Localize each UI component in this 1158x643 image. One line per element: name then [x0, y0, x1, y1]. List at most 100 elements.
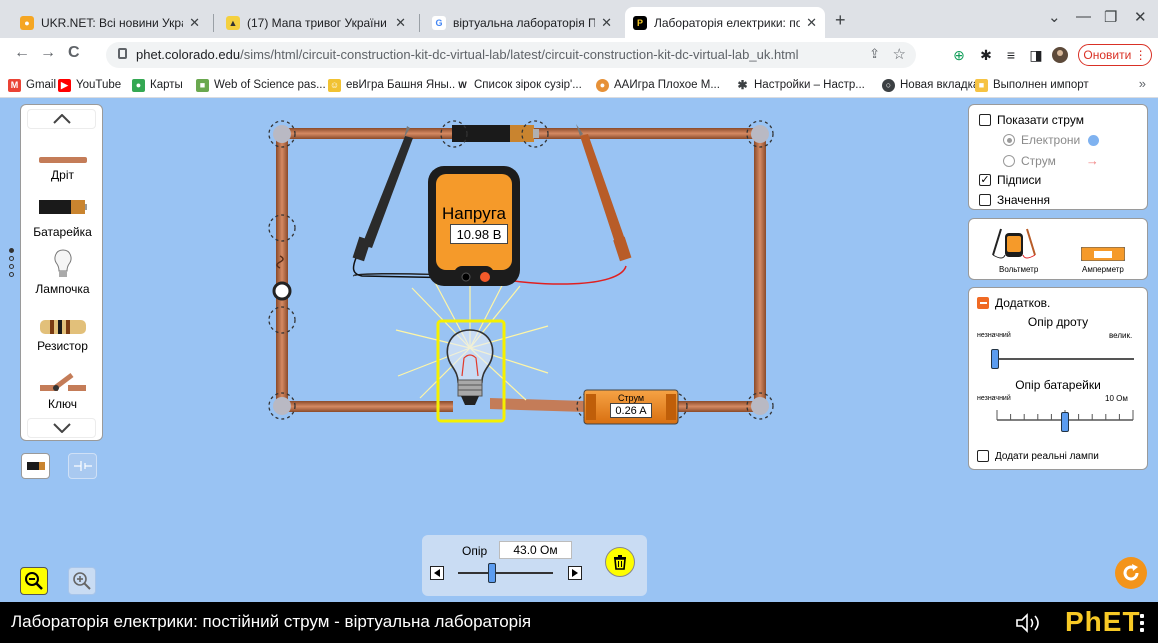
- wire-top-left[interactable]: [282, 128, 460, 139]
- minimize-window-icon[interactable]: —: [1076, 8, 1091, 25]
- conventional-current-radio[interactable]: Струм →: [1003, 153, 1099, 168]
- share-icon[interactable]: ⇪: [869, 46, 880, 62]
- values-checkbox[interactable]: Значення: [979, 193, 1050, 207]
- zoom-in-button[interactable]: [68, 567, 96, 595]
- battery-resistance-thumb[interactable]: [1061, 412, 1069, 432]
- toolbox-scroll-up-button[interactable]: [27, 109, 96, 129]
- bookmark-new-tab[interactable]: ○ Новая вкладка: [882, 76, 979, 94]
- ammeter-tool[interactable]: [1080, 246, 1126, 266]
- labels-checkbox[interactable]: ✓ Підписи: [979, 173, 1041, 187]
- wire-right[interactable]: [754, 134, 766, 408]
- show-current-checkbox[interactable]: Показати струм: [979, 113, 1084, 127]
- update-browser-button[interactable]: Оновити ⋮: [1078, 44, 1152, 66]
- extension-globe-icon[interactable]: ⊕: [951, 47, 967, 63]
- simulation-play-area[interactable]: Напруга 10.98 В Струм 0.26 A Дріт Батаре…: [0, 98, 1158, 602]
- wire-top-right[interactable]: [530, 128, 760, 139]
- bookmark-label: Gmail: [26, 79, 57, 91]
- radio-button[interactable]: [1003, 154, 1015, 167]
- close-tab-icon[interactable]: ✕: [601, 15, 612, 31]
- tab-separator: [213, 14, 214, 32]
- zoom-out-button[interactable]: [20, 567, 48, 595]
- phet-menu-icon[interactable]: [1140, 614, 1144, 635]
- page-dot[interactable]: [9, 248, 14, 253]
- browser-tab-google-search[interactable]: G віртуальна лабораторія Постій ✕: [424, 7, 620, 38]
- real-bulbs-checkbox[interactable]: Додати реальні лампи: [977, 450, 1099, 462]
- voltmeter-tool[interactable]: [989, 227, 1039, 268]
- wire-bottom-right[interactable]: [676, 401, 762, 412]
- bookmark-gmail[interactable]: M Gmail: [8, 76, 56, 94]
- resistance-increment-button[interactable]: [568, 566, 582, 580]
- resistance-slider-thumb[interactable]: [488, 563, 497, 583]
- bookmark-imported-folder[interactable]: ■ Выполнен импорт: [975, 76, 1089, 94]
- zoom-out-icon: [25, 572, 43, 590]
- resistance-label: Опір: [462, 544, 488, 558]
- circuit-vertex-handles[interactable]: [268, 120, 774, 420]
- resistor-icon[interactable]: [21, 320, 104, 334]
- side-panel-icon[interactable]: ◨: [1028, 47, 1044, 63]
- page-dot[interactable]: [9, 272, 14, 277]
- restore-window-icon[interactable]: ❐: [1104, 8, 1117, 26]
- wire-bottom-left[interactable]: [283, 401, 453, 412]
- back-arrow-icon[interactable]: ←: [14, 44, 30, 62]
- bookmark-web-of-science[interactable]: ■ Web of Science pas...: [196, 76, 326, 94]
- browser-tab-phet-active[interactable]: P Лабораторія електрики: постій ✕: [625, 7, 825, 38]
- delete-component-button[interactable]: [605, 547, 635, 577]
- electrons-radio[interactable]: Електрони: [1003, 133, 1100, 147]
- extensions-puzzle-icon[interactable]: ✱: [978, 47, 994, 63]
- close-window-icon[interactable]: ✕: [1134, 8, 1147, 26]
- forward-arrow-icon[interactable]: →: [40, 44, 56, 62]
- bookmark-wikipedia-stars[interactable]: W Список зірок сузір'...: [456, 76, 582, 94]
- toolbox-item-resistor[interactable]: Резистор: [21, 339, 104, 353]
- reload-icon[interactable]: C: [68, 44, 80, 62]
- profile-avatar[interactable]: [1052, 47, 1068, 63]
- toolbox-item-lightbulb[interactable]: Лампочка: [21, 282, 104, 296]
- browser-tab-alerts-map[interactable]: ▲ (17) Мапа тривог України ua ✕: [218, 7, 414, 38]
- switch-icon[interactable]: [21, 373, 104, 393]
- page-dot[interactable]: [9, 256, 14, 261]
- reset-all-button[interactable]: [1115, 557, 1147, 589]
- toolbox-item-switch[interactable]: Ключ: [21, 397, 104, 411]
- bookmark-tower-game[interactable]: ☺ евИгра Башня Яны...: [328, 76, 458, 94]
- close-tab-icon[interactable]: ✕: [189, 15, 200, 31]
- checkbox-box[interactable]: [979, 194, 991, 206]
- lightbulb-element[interactable]: [395, 272, 549, 423]
- new-tab-icon[interactable]: +: [835, 10, 846, 31]
- url-omnibox[interactable]: phet.colorado.edu/sims/html/circuit-cons…: [106, 42, 916, 68]
- wire-resistance-track[interactable]: [996, 358, 1134, 360]
- bookmark-bad-game[interactable]: ● ААИгра Плохое М...: [596, 76, 720, 94]
- toolbox-item-wire[interactable]: Дріт: [21, 168, 104, 182]
- close-tab-icon[interactable]: ✕: [395, 15, 406, 31]
- schematic-view-button[interactable]: [68, 453, 97, 479]
- toolbox-scroll-down-button[interactable]: [27, 418, 96, 438]
- bookmark-maps[interactable]: ● Карты: [132, 76, 183, 94]
- tab-search-chevron-icon[interactable]: ⌄: [1048, 8, 1061, 26]
- checkbox-box[interactable]: [977, 450, 989, 462]
- lightbulb-icon[interactable]: [21, 248, 104, 278]
- checkbox-checked[interactable]: ✓: [979, 174, 991, 186]
- bookmark-star-icon[interactable]: ☆: [893, 45, 906, 63]
- alert-map-favicon-icon: ▲: [226, 15, 240, 30]
- battery-icon[interactable]: [21, 200, 104, 214]
- lifelike-view-button[interactable]: [21, 453, 50, 479]
- resistance-slider-track[interactable]: [458, 572, 553, 574]
- sound-toggle-button[interactable]: [1016, 613, 1042, 638]
- browser-tab-ukrnet[interactable]: ● UKR.NET: Всі новини України, с ✕: [12, 7, 208, 38]
- more-bookmarks-icon[interactable]: »: [1139, 76, 1146, 91]
- wire-resistance-thumb[interactable]: [991, 349, 999, 369]
- switch-element[interactable]: [272, 228, 292, 320]
- advanced-toggle[interactable]: Додатков.: [977, 296, 1050, 310]
- radio-button[interactable]: [1003, 134, 1015, 146]
- toolbox-item-battery[interactable]: Батарейка: [21, 225, 104, 239]
- voltmeter-tool-label: Вольтметр: [999, 265, 1039, 274]
- resistance-decrement-button[interactable]: [430, 566, 444, 580]
- wire-icon[interactable]: [21, 157, 104, 163]
- checkbox-box[interactable]: [979, 114, 991, 126]
- bookmark-youtube[interactable]: ▶ YouTube: [58, 76, 121, 94]
- bookmark-label: Новая вкладка: [900, 79, 980, 91]
- phet-logo[interactable]: PhET: [1065, 606, 1141, 638]
- toolbox-page-indicator[interactable]: [9, 248, 14, 280]
- close-tab-icon[interactable]: ✕: [806, 15, 817, 31]
- page-dot[interactable]: [9, 264, 14, 269]
- reading-list-icon[interactable]: ≡: [1003, 47, 1019, 63]
- bookmark-settings[interactable]: ✱ Настройки – Настр...: [736, 76, 865, 94]
